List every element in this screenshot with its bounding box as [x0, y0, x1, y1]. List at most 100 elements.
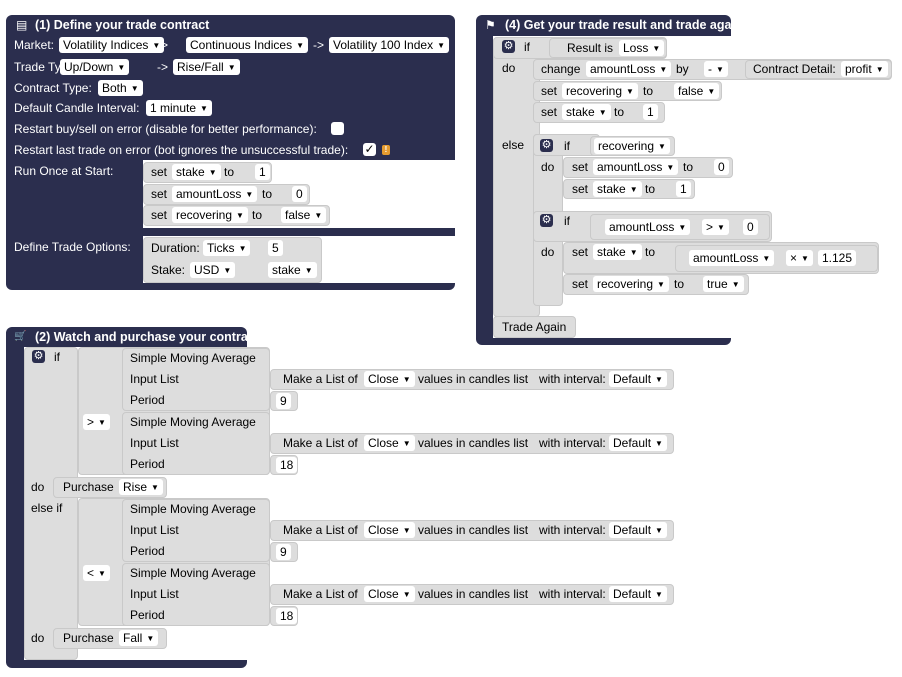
dropdown-value: Ticks	[207, 241, 235, 255]
stake-label: Stake:	[151, 263, 186, 277]
comparison-operator-dropdown[interactable]: > ▼	[83, 414, 110, 430]
set-keyword: set	[572, 277, 589, 291]
dropdown-value: Default	[613, 372, 652, 386]
purchase-dropdown[interactable]: Rise ▼	[119, 479, 163, 495]
contract-type-dropdown[interactable]: Both ▼	[98, 80, 143, 96]
operator-dropdown[interactable]: - ▼	[704, 61, 728, 77]
chevron-down-icon: ▼	[801, 254, 809, 263]
operator-dropdown[interactable]: > ▼	[702, 219, 729, 235]
gear-icon[interactable]: ⚙	[540, 214, 553, 227]
block-title: (4) Get your trade result and trade agai…	[505, 18, 743, 32]
variable-dropdown[interactable]: recovering ▼	[172, 207, 248, 223]
purchase-dropdown[interactable]: Fall ▼	[119, 630, 159, 646]
dropdown-value: USD	[194, 263, 220, 277]
period-label: Period	[130, 544, 165, 558]
chevron-down-icon: ▼	[731, 280, 740, 289]
boolean-dropdown[interactable]: false ▼	[281, 207, 327, 223]
number-field[interactable]: 0	[292, 186, 307, 202]
submarket-dropdown[interactable]: Continuous Indices ▼	[186, 37, 308, 53]
restart-last-checkbox[interactable]: ✓	[363, 143, 376, 156]
candle-field-dropdown[interactable]: Close ▼	[364, 522, 415, 538]
set-keyword: set	[541, 105, 558, 119]
variable-dropdown[interactable]: recovering ▼	[593, 276, 669, 292]
chevron-down-icon: ▼	[402, 590, 411, 599]
candle-field-dropdown[interactable]: Close ▼	[364, 435, 415, 451]
interval-dropdown[interactable]: Default ▼	[609, 586, 667, 602]
restart-buy-checkbox[interactable]	[331, 122, 344, 135]
duration-unit-dropdown[interactable]: Ticks ▼	[203, 240, 251, 256]
variable-dropdown[interactable]: stake ▼	[593, 244, 642, 260]
make-list-label: Make a List of	[283, 587, 358, 601]
set-keyword: set	[151, 165, 168, 179]
trade-type-dropdown[interactable]: Rise/Fall ▼	[173, 59, 240, 75]
chevron-down-icon: ▼	[598, 108, 607, 117]
variable-dropdown[interactable]: recovering ▼	[562, 83, 638, 99]
variable-dropdown[interactable]: recovering ▼	[594, 138, 670, 154]
restart-buy-label: Restart buy/sell on error (disable for b…	[14, 122, 317, 136]
variable-dropdown[interactable]: amountLoss ▼	[593, 159, 679, 175]
number-field[interactable]: 1	[676, 181, 691, 197]
interval-dropdown[interactable]: Default ▼	[609, 371, 667, 387]
do-keyword: do	[31, 631, 45, 645]
candle-field-dropdown[interactable]: Close ▼	[364, 371, 415, 387]
result-dropdown[interactable]: Loss ▼	[619, 40, 665, 56]
contract-detail-dropdown[interactable]: profit ▼	[841, 61, 888, 77]
gear-icon[interactable]: ⚙	[540, 139, 553, 152]
arrow: ->	[157, 60, 169, 74]
dropdown-value: <	[87, 566, 95, 580]
blockly-workspace[interactable]: ▤ (1) Define your trade contract Market: Vo…	[0, 0, 902, 677]
candle-interval-label: Default Candle Interval:	[14, 101, 140, 115]
input-list-label: Input List	[130, 587, 179, 601]
gear-icon[interactable]: ⚙	[502, 40, 515, 53]
period-field[interactable]: 9	[276, 544, 291, 560]
market-dropdown[interactable]: Volatility Indices ▼	[59, 37, 165, 53]
period-field[interactable]: 18	[276, 457, 298, 473]
operator-dropdown[interactable]: × ▼	[786, 250, 813, 266]
variable-dropdown[interactable]: amountLoss ▼	[605, 219, 691, 235]
duration-field[interactable]: 5	[268, 240, 283, 256]
number-field[interactable]: 0	[714, 159, 729, 175]
trade-type-category-dropdown[interactable]: Up/Down ▼	[60, 59, 130, 75]
dropdown-value: Close	[368, 436, 399, 450]
variable-dropdown[interactable]: amountLoss ▼	[586, 61, 672, 77]
set-keyword: set	[541, 84, 558, 98]
set-keyword: set	[151, 187, 168, 201]
period-field[interactable]: 18	[276, 608, 298, 624]
candle-field-dropdown[interactable]: Close ▼	[364, 586, 415, 602]
chevron-down-icon: ▼	[200, 104, 208, 113]
chevron-down-icon: ▼	[716, 65, 724, 74]
comparison-operator-dropdown[interactable]: < ▼	[83, 565, 110, 581]
candle-interval-dropdown[interactable]: 1 minute ▼	[146, 100, 212, 116]
trade-options-label: Define Trade Options:	[14, 240, 131, 254]
dropdown-value: Close	[368, 372, 399, 386]
variable-dropdown[interactable]: amountLoss ▼	[172, 186, 258, 202]
stake-variable-dropdown[interactable]: stake ▼	[268, 262, 317, 278]
warning-icon[interactable]: !	[382, 145, 390, 155]
period-field[interactable]: 9	[276, 393, 291, 409]
symbol-dropdown[interactable]: Volatility 100 Index ▼	[329, 37, 449, 53]
number-field[interactable]: 1	[255, 164, 270, 180]
chevron-down-icon: ▼	[402, 526, 411, 535]
number-field[interactable]: 1.125	[818, 250, 857, 266]
arrow: ->	[157, 38, 169, 52]
period-label: Period	[130, 393, 165, 407]
make-list-label: Make a List of	[283, 523, 358, 537]
interval-dropdown[interactable]: Default ▼	[609, 522, 667, 538]
interval-dropdown[interactable]: Default ▼	[609, 435, 667, 451]
variable-dropdown[interactable]: stake ▼	[593, 181, 642, 197]
set-keyword: set	[572, 160, 589, 174]
boolean-dropdown[interactable]: true ▼	[703, 276, 744, 292]
boolean-dropdown[interactable]: false ▼	[674, 83, 720, 99]
currency-dropdown[interactable]: USD ▼	[190, 262, 236, 278]
dropdown-value: stake	[566, 105, 595, 119]
variable-dropdown[interactable]: stake ▼	[172, 164, 221, 180]
variable-dropdown[interactable]: amountLoss ▼	[689, 250, 775, 266]
variable-dropdown[interactable]: stake ▼	[562, 104, 611, 120]
dropdown-value: amountLoss	[597, 160, 663, 174]
values-in-label: values in candles list	[418, 372, 529, 386]
dropdown-value: false	[285, 208, 311, 222]
number-field[interactable]: 0	[743, 219, 758, 235]
to-keyword: to	[674, 277, 685, 291]
number-field[interactable]: 1	[643, 104, 658, 120]
gear-icon[interactable]: ⚙	[32, 350, 45, 363]
